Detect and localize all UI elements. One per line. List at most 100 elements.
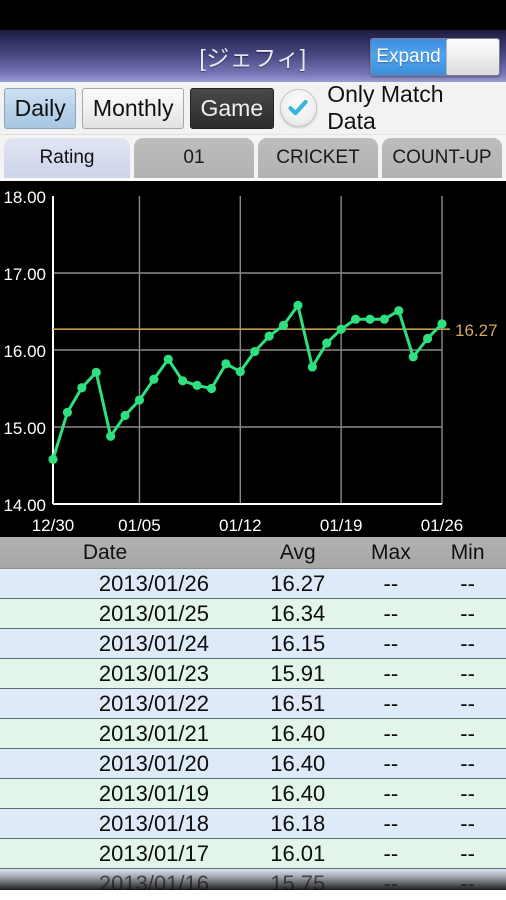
only-match-data-checkbox[interactable]: Only Match Data xyxy=(279,81,502,135)
chart-data-point[interactable] xyxy=(379,314,389,324)
chart-data-point[interactable] xyxy=(422,333,433,344)
chart-data-point[interactable] xyxy=(221,359,231,369)
daily-button[interactable]: Daily xyxy=(4,87,77,129)
table-row[interactable]: 2013/01/20 16.40 -- -- xyxy=(0,748,506,779)
column-header-min[interactable]: Min xyxy=(429,537,506,569)
chart-x-tick-label: 12/30 xyxy=(32,516,75,535)
chart-x-tick-label: 01/12 xyxy=(219,516,262,535)
page-title: [ジェフィ] xyxy=(199,45,307,71)
tab-rating[interactable]: Rating xyxy=(4,138,130,178)
table-cell-max: -- xyxy=(352,808,430,839)
table-cell-min: -- xyxy=(429,838,506,869)
chart-data-point[interactable] xyxy=(62,407,73,417)
game-button[interactable]: Game xyxy=(189,87,274,129)
chart-y-tick-label: 16.00 xyxy=(3,342,46,361)
chart-data-point[interactable] xyxy=(77,383,87,393)
table-row[interactable]: 2013/01/21 16.40 -- -- xyxy=(0,718,506,749)
chart-data-point[interactable] xyxy=(336,324,346,334)
expand-toggle[interactable]: Expand xyxy=(370,38,500,76)
table-cell-max: -- xyxy=(352,778,430,809)
table-cell-date: 2013/01/23 xyxy=(0,658,243,689)
chart-data-point[interactable] xyxy=(134,395,145,405)
chart-data-point[interactable] xyxy=(293,300,303,310)
table-header-row: Date Avg Max Min xyxy=(0,537,506,569)
table-cell-date: 2013/01/19 xyxy=(0,778,243,809)
tab-01[interactable]: 01 xyxy=(134,138,254,178)
chart-x-tick-label: 01/05 xyxy=(118,516,161,535)
table-cell-avg: 16.18 xyxy=(243,808,353,839)
table-row[interactable]: 2013/01/23 15.91 -- -- xyxy=(0,658,506,689)
table-cell-max: -- xyxy=(352,748,430,779)
rating-table-container[interactable]: Date Avg Max Min 2013/01/26 16.27 -- -- 2013… xyxy=(0,537,506,890)
chart-x-tick-label: 01/26 xyxy=(421,516,464,535)
table-cell-max: -- xyxy=(352,598,430,629)
column-header-date[interactable]: Date xyxy=(0,537,243,569)
table-cell-min: -- xyxy=(429,778,506,809)
chart-data-point[interactable] xyxy=(163,354,173,364)
table-row[interactable]: 2013/01/17 16.01 -- -- xyxy=(0,838,506,869)
rating-table: Date Avg Max Min 2013/01/26 16.27 -- -- 2013… xyxy=(0,537,506,890)
table-cell-date: 2013/01/16 xyxy=(0,868,243,890)
table-cell-max: -- xyxy=(352,868,430,890)
table-cell-max: -- xyxy=(352,658,430,689)
chart-data-point[interactable] xyxy=(408,352,418,362)
rating-chart[interactable]: 14.00 15.00 16.00 17.00 18.00 12/30 01/05 01/12… xyxy=(0,181,506,537)
only-match-data-label: Only Match Data xyxy=(327,81,444,134)
chart-data-point[interactable] xyxy=(235,366,245,377)
table-cell-avg: 15.91 xyxy=(243,658,353,689)
chart-y-tick-label: 17.00 xyxy=(3,265,46,284)
table-row[interactable]: 2013/01/24 16.15 -- -- xyxy=(0,628,506,659)
chart-data-point[interactable] xyxy=(192,380,202,391)
chart-data-point[interactable] xyxy=(322,338,332,348)
table-row[interactable]: 2013/01/19 16.40 -- -- xyxy=(0,778,506,809)
table-cell-date: 2013/01/17 xyxy=(0,838,243,869)
table-row[interactable]: 2013/01/25 16.34 -- -- xyxy=(0,598,506,629)
rating-chart-svg: 14.00 15.00 16.00 17.00 18.00 12/30 01/05 01/12… xyxy=(3,188,498,535)
column-header-max[interactable]: Max xyxy=(352,537,430,569)
chart-data-point[interactable] xyxy=(365,314,375,324)
chart-data-point[interactable] xyxy=(278,320,289,330)
table-row[interactable]: 2013/01/26 16.27 -- -- xyxy=(0,568,506,599)
chart-data-point[interactable] xyxy=(350,314,361,324)
table-cell-min: -- xyxy=(429,748,506,779)
chart-data-point[interactable] xyxy=(206,383,217,394)
expand-toggle-knob[interactable] xyxy=(446,39,499,75)
chart-data-point[interactable] xyxy=(307,362,317,372)
checkmark-icon xyxy=(279,89,318,127)
column-header-avg[interactable]: Avg xyxy=(243,537,353,569)
table-cell-avg: 16.40 xyxy=(243,718,353,749)
tab-cricket[interactable]: CRICKET xyxy=(258,138,378,178)
table-cell-avg: 16.40 xyxy=(243,778,353,809)
chart-y-tick-label: 18.00 xyxy=(3,188,46,207)
table-cell-avg: 15.75 xyxy=(243,868,353,890)
chart-data-point[interactable] xyxy=(437,319,447,329)
chart-data-point[interactable] xyxy=(48,454,58,464)
table-header: Date Avg Max Min xyxy=(0,537,506,569)
chart-data-point[interactable] xyxy=(149,374,159,384)
chart-data-point[interactable] xyxy=(394,306,404,316)
table-row[interactable]: 2013/01/18 16.18 -- -- xyxy=(0,808,506,839)
table-cell-max: -- xyxy=(352,718,430,749)
table-cell-avg: 16.51 xyxy=(243,688,353,719)
table-cell-date: 2013/01/20 xyxy=(0,748,243,779)
chart-data-point[interactable] xyxy=(178,376,188,386)
chart-reference-line-label: 16.27 xyxy=(455,321,498,340)
chart-data-point[interactable] xyxy=(106,431,116,441)
chart-data-point[interactable] xyxy=(120,410,130,421)
table-cell-date: 2013/01/24 xyxy=(0,628,243,659)
chart-data-point[interactable] xyxy=(264,331,274,341)
table-cell-avg: 16.01 xyxy=(243,838,353,869)
table-cell-avg: 16.40 xyxy=(243,748,353,779)
tab-count-up[interactable]: COUNT-UP xyxy=(382,138,502,178)
table-cell-min: -- xyxy=(429,718,506,749)
table-row[interactable]: 2013/01/22 16.51 -- -- xyxy=(0,688,506,719)
monthly-button[interactable]: Monthly xyxy=(82,87,184,129)
table-cell-max: -- xyxy=(352,838,430,869)
table-row[interactable]: 2013/01/16 15.75 -- -- xyxy=(0,868,506,890)
chart-data-point[interactable] xyxy=(250,346,260,357)
table-cell-min: -- xyxy=(429,688,506,719)
table-cell-min: -- xyxy=(429,868,506,890)
table-cell-date: 2013/01/26 xyxy=(0,568,243,599)
chart-data-point[interactable] xyxy=(91,367,101,377)
table-cell-min: -- xyxy=(429,658,506,689)
